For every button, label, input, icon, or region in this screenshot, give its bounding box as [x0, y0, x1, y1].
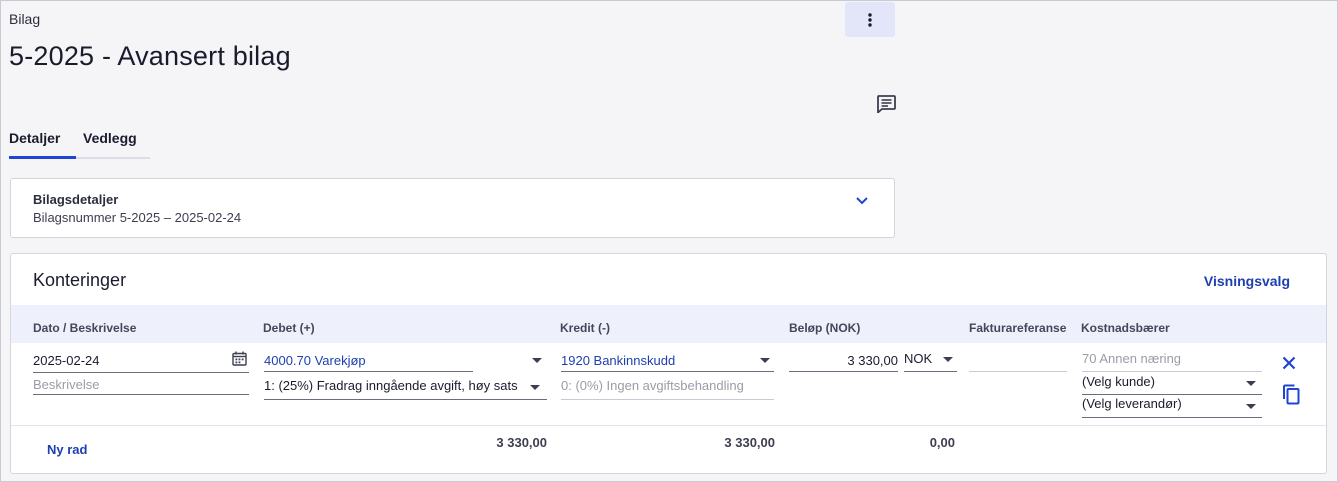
- supplier-caret[interactable]: [1246, 404, 1256, 409]
- breadcrumb[interactable]: Bilag: [9, 11, 40, 27]
- tab-bar: Detaljer Vedlegg: [9, 130, 150, 159]
- tab-details[interactable]: Detaljer: [9, 130, 76, 159]
- chevron-down-icon[interactable]: [856, 197, 868, 205]
- col-date: Dato / Beskrivelse: [33, 321, 137, 335]
- credit-account-select[interactable]: 1920 Bankinnskudd: [561, 353, 675, 368]
- details-summary: Bilagsnummer 5-2025 – 2025-02-24: [33, 210, 242, 225]
- view-options-link[interactable]: Visningsvalg: [1204, 273, 1290, 289]
- total-credit: 3 330,00: [724, 435, 775, 450]
- total-debit: 3 330,00: [496, 435, 547, 450]
- customer-select[interactable]: (Velg kunde): [1082, 374, 1155, 389]
- calendar-icon[interactable]: [232, 351, 247, 366]
- debit-account-select[interactable]: 4000.70 Varekjøp: [264, 353, 366, 368]
- currency-select[interactable]: NOK: [904, 351, 932, 366]
- more-options-button[interactable]: [845, 2, 895, 37]
- copy-icon[interactable]: [1282, 384, 1300, 405]
- postings-title: Konteringer: [33, 270, 127, 290]
- new-row-button[interactable]: Ny rad: [47, 442, 87, 457]
- cost-carrier-field[interactable]: 70 Annen næring: [1082, 351, 1181, 366]
- debit-account-caret[interactable]: [532, 358, 542, 363]
- col-invoice-ref: Fakturareferanse: [969, 321, 1067, 335]
- total-difference: 0,00: [929, 435, 955, 450]
- date-input[interactable]: 2025-02-24: [33, 353, 100, 368]
- close-icon[interactable]: [1282, 356, 1296, 370]
- more-vertical-icon: [868, 12, 872, 27]
- credit-account-caret[interactable]: [760, 358, 770, 363]
- row-divider: [11, 425, 1326, 426]
- col-credit: Kredit (-): [560, 321, 610, 335]
- details-heading: Bilagsdetaljer: [33, 192, 119, 207]
- description-input[interactable]: Beskrivelse: [33, 377, 99, 392]
- comment-icon[interactable]: [876, 95, 896, 113]
- col-debit: Debet (+): [263, 321, 315, 335]
- col-cost-carrier: Kostnadsbærer: [1081, 321, 1170, 335]
- customer-caret[interactable]: [1246, 381, 1256, 386]
- credit-vat-select[interactable]: 0: (0%) Ingen avgiftsbehandling: [561, 378, 744, 393]
- currency-caret[interactable]: [943, 357, 953, 362]
- table-header: Dato / Beskrivelse Debet (+) Kredit (-) …: [11, 305, 1326, 343]
- debit-vat-select[interactable]: 1: (25%) Fradrag inngående avgift, høy s…: [264, 378, 518, 393]
- supplier-select[interactable]: (Velg leverandør): [1082, 396, 1182, 411]
- voucher-details-panel[interactable]: Bilagsdetaljer Bilagsnummer 5-2025 – 202…: [10, 178, 895, 238]
- page-title: 5-2025 - Avansert bilag: [9, 41, 291, 71]
- amount-input[interactable]: 3 330,00: [789, 353, 898, 368]
- debit-vat-caret[interactable]: [530, 385, 540, 390]
- col-amount: Beløp (NOK): [789, 321, 861, 335]
- tab-attachments[interactable]: Vedlegg: [76, 130, 150, 159]
- postings-panel: Konteringer Visningsvalg Dato / Beskrive…: [10, 253, 1327, 474]
